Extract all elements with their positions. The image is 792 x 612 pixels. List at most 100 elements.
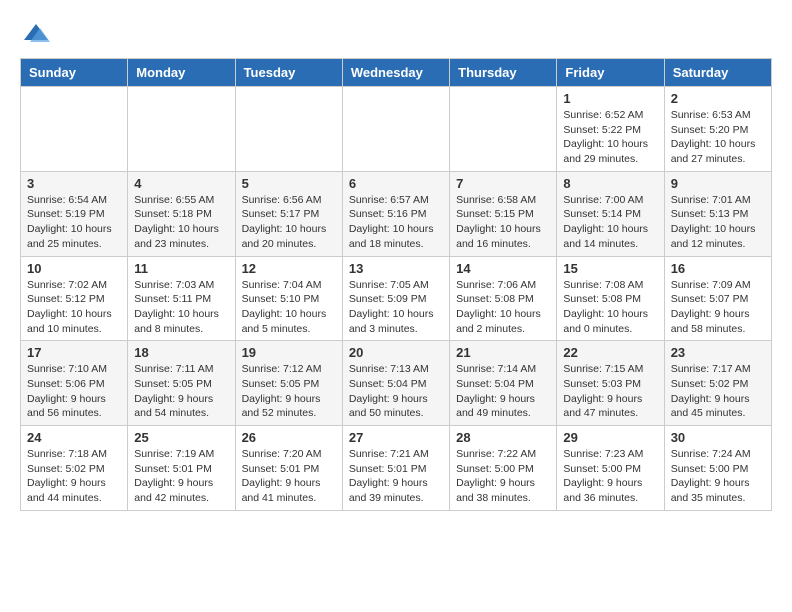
day-number: 30 [671,430,765,445]
calendar-cell: 4 Sunrise: 6:55 AM Sunset: 5:18 PM Daylig… [128,171,235,256]
day-header-tuesday: Tuesday [235,59,342,87]
calendar-cell: 5Sunrise: 6:56 AM Sunset: 5:17 PM Daylig… [235,171,342,256]
calendar-cell [128,87,235,172]
week-row-5: 24Sunrise: 7:18 AM Sunset: 5:02 PM Dayli… [21,426,772,511]
calendar-body: 1 Sunrise: 6:52 AM Sunset: 5:22 PM Daylig… [21,87,772,511]
calendar-cell: 9 Sunrise: 7:01 AM Sunset: 5:13 PM Daylig… [664,171,771,256]
day-info: Sunrise: 7:23 AM Sunset: 5:00 PM Dayligh… [563,447,657,506]
calendar-cell: 24Sunrise: 7:18 AM Sunset: 5:02 PM Dayli… [21,426,128,511]
day-info: Sunrise: 7:08 AM Sunset: 5:08 PM Dayligh… [563,278,657,337]
calendar-cell: 26 Sunrise: 7:20 AM Sunset: 5:01 PM Dayli… [235,426,342,511]
week-row-3: 10 Sunrise: 7:02 AM Sunset: 5:12 PM Dayli… [21,256,772,341]
week-row-2: 3 Sunrise: 6:54 AM Sunset: 5:19 PM Daylig… [21,171,772,256]
day-number: 15 [563,261,657,276]
day-number: 1 [563,91,657,106]
day-number: 9 [671,176,765,191]
calendar-cell [21,87,128,172]
calendar-cell: 22 Sunrise: 7:15 AM Sunset: 5:03 PM Dayli… [557,341,664,426]
calendar-cell: 17Sunrise: 7:10 AM Sunset: 5:06 PM Dayli… [21,341,128,426]
day-number: 12 [242,261,336,276]
day-info: Sunrise: 7:21 AM Sunset: 5:01 PM Dayligh… [349,447,443,506]
day-info: Sunrise: 7:11 AM Sunset: 5:05 PM Dayligh… [134,362,228,421]
day-number: 21 [456,345,550,360]
day-number: 2 [671,91,765,106]
day-info: Sunrise: 7:09 AM Sunset: 5:07 PM Dayligh… [671,278,765,337]
day-number: 4 [134,176,228,191]
day-number: 7 [456,176,550,191]
day-info: Sunrise: 6:55 AM Sunset: 5:18 PM Dayligh… [134,193,228,252]
calendar-cell: 30 Sunrise: 7:24 AM Sunset: 5:00 PM Dayli… [664,426,771,511]
calendar-cell: 11 Sunrise: 7:03 AM Sunset: 5:11 PM Dayli… [128,256,235,341]
day-header-friday: Friday [557,59,664,87]
day-number: 14 [456,261,550,276]
calendar-cell [342,87,449,172]
page-header [20,20,772,48]
day-number: 17 [27,345,121,360]
calendar-cell: 28 Sunrise: 7:22 AM Sunset: 5:00 PM Dayli… [450,426,557,511]
day-number: 18 [134,345,228,360]
day-info: Sunrise: 7:02 AM Sunset: 5:12 PM Dayligh… [27,278,121,337]
calendar-cell: 8 Sunrise: 7:00 AM Sunset: 5:14 PM Daylig… [557,171,664,256]
calendar-cell: 16 Sunrise: 7:09 AM Sunset: 5:07 PM Dayli… [664,256,771,341]
day-header-saturday: Saturday [664,59,771,87]
day-info: Sunrise: 7:22 AM Sunset: 5:00 PM Dayligh… [456,447,550,506]
day-number: 28 [456,430,550,445]
logo [20,20,50,48]
day-number: 8 [563,176,657,191]
day-info: Sunrise: 7:24 AM Sunset: 5:00 PM Dayligh… [671,447,765,506]
day-header-sunday: Sunday [21,59,128,87]
day-info: Sunrise: 7:06 AM Sunset: 5:08 PM Dayligh… [456,278,550,337]
day-info: Sunrise: 6:57 AM Sunset: 5:16 PM Dayligh… [349,193,443,252]
day-number: 6 [349,176,443,191]
day-info: Sunrise: 6:54 AM Sunset: 5:19 PM Dayligh… [27,193,121,252]
day-info: Sunrise: 7:05 AM Sunset: 5:09 PM Dayligh… [349,278,443,337]
day-number: 23 [671,345,765,360]
calendar-cell: 18 Sunrise: 7:11 AM Sunset: 5:05 PM Dayli… [128,341,235,426]
day-info: Sunrise: 6:53 AM Sunset: 5:20 PM Dayligh… [671,108,765,167]
calendar-header: SundayMondayTuesdayWednesdayThursdayFrid… [21,59,772,87]
day-number: 22 [563,345,657,360]
calendar-cell: 27Sunrise: 7:21 AM Sunset: 5:01 PM Dayli… [342,426,449,511]
day-number: 16 [671,261,765,276]
day-info: Sunrise: 7:03 AM Sunset: 5:11 PM Dayligh… [134,278,228,337]
day-number: 3 [27,176,121,191]
day-number: 10 [27,261,121,276]
day-info: Sunrise: 7:15 AM Sunset: 5:03 PM Dayligh… [563,362,657,421]
calendar-cell: 1 Sunrise: 6:52 AM Sunset: 5:22 PM Daylig… [557,87,664,172]
day-info: Sunrise: 7:20 AM Sunset: 5:01 PM Dayligh… [242,447,336,506]
calendar-cell: 14 Sunrise: 7:06 AM Sunset: 5:08 PM Dayli… [450,256,557,341]
day-info: Sunrise: 6:58 AM Sunset: 5:15 PM Dayligh… [456,193,550,252]
day-number: 25 [134,430,228,445]
day-number: 24 [27,430,121,445]
day-number: 20 [349,345,443,360]
week-row-4: 17Sunrise: 7:10 AM Sunset: 5:06 PM Dayli… [21,341,772,426]
calendar-cell [450,87,557,172]
day-info: Sunrise: 7:01 AM Sunset: 5:13 PM Dayligh… [671,193,765,252]
header-row: SundayMondayTuesdayWednesdayThursdayFrid… [21,59,772,87]
calendar-cell: 3 Sunrise: 6:54 AM Sunset: 5:19 PM Daylig… [21,171,128,256]
day-info: Sunrise: 6:56 AM Sunset: 5:17 PM Dayligh… [242,193,336,252]
day-info: Sunrise: 6:52 AM Sunset: 5:22 PM Dayligh… [563,108,657,167]
calendar-cell: 7 Sunrise: 6:58 AM Sunset: 5:15 PM Daylig… [450,171,557,256]
day-number: 11 [134,261,228,276]
calendar-cell [235,87,342,172]
calendar-cell: 21 Sunrise: 7:14 AM Sunset: 5:04 PM Dayli… [450,341,557,426]
calendar-cell: 12 Sunrise: 7:04 AM Sunset: 5:10 PM Dayli… [235,256,342,341]
day-info: Sunrise: 7:12 AM Sunset: 5:05 PM Dayligh… [242,362,336,421]
day-info: Sunrise: 7:19 AM Sunset: 5:01 PM Dayligh… [134,447,228,506]
day-header-wednesday: Wednesday [342,59,449,87]
day-info: Sunrise: 7:04 AM Sunset: 5:10 PM Dayligh… [242,278,336,337]
day-info: Sunrise: 7:14 AM Sunset: 5:04 PM Dayligh… [456,362,550,421]
calendar-cell: 2 Sunrise: 6:53 AM Sunset: 5:20 PM Daylig… [664,87,771,172]
day-info: Sunrise: 7:00 AM Sunset: 5:14 PM Dayligh… [563,193,657,252]
calendar-cell: 19 Sunrise: 7:12 AM Sunset: 5:05 PM Dayli… [235,341,342,426]
day-info: Sunrise: 7:13 AM Sunset: 5:04 PM Dayligh… [349,362,443,421]
day-number: 19 [242,345,336,360]
calendar-cell: 6 Sunrise: 6:57 AM Sunset: 5:16 PM Daylig… [342,171,449,256]
day-number: 26 [242,430,336,445]
week-row-1: 1 Sunrise: 6:52 AM Sunset: 5:22 PM Daylig… [21,87,772,172]
calendar-cell: 10 Sunrise: 7:02 AM Sunset: 5:12 PM Dayli… [21,256,128,341]
day-number: 29 [563,430,657,445]
day-number: 13 [349,261,443,276]
calendar-cell: 29 Sunrise: 7:23 AM Sunset: 5:00 PM Dayli… [557,426,664,511]
